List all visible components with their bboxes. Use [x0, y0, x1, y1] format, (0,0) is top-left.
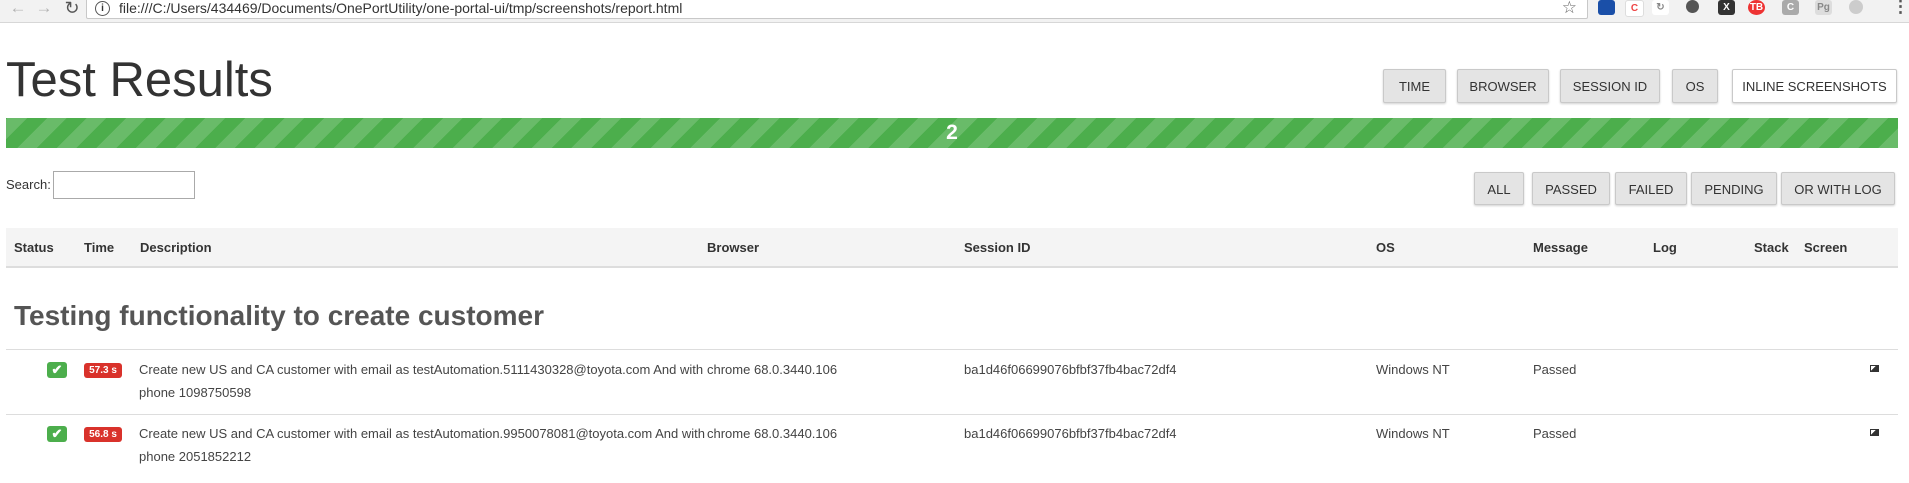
filter-failed-button[interactable]: FAILED — [1615, 172, 1687, 205]
profile-icon[interactable] — [1849, 0, 1863, 14]
test-session-id: ba1d46f06699076bfbf37fb4bac72df4 — [964, 362, 1177, 377]
test-os: Windows NT — [1376, 426, 1450, 441]
page-title: Test Results — [6, 53, 273, 107]
extension-icon[interactable]: X — [1718, 0, 1735, 15]
time-badge: 57.3 s — [84, 363, 122, 378]
extension-icon[interactable]: C — [1782, 0, 1799, 15]
menu-dots-icon[interactable]: ⋮ — [1892, 0, 1909, 17]
table-row: ✔ 57.3 s Create new US and CA customer w… — [6, 350, 1898, 412]
test-message: Passed — [1533, 362, 1577, 377]
column-header-message[interactable]: Message — [1533, 228, 1588, 268]
extension-icon[interactable]: TB — [1748, 0, 1765, 15]
passed-check-icon: ✔ — [47, 426, 67, 442]
forward-arrow-icon[interactable]: → — [34, 0, 54, 18]
table-header: Status Time Description Browser Session … — [6, 228, 1898, 268]
filter-or-with-log-button[interactable]: OR WITH LOG — [1781, 172, 1895, 205]
address-text: file:///C:/Users/434469/Documents/OnePor… — [119, 0, 683, 16]
passed-check-icon: ✔ — [47, 362, 67, 378]
extension-icon[interactable]: C — [1625, 0, 1644, 17]
address-bar[interactable]: i file:///C:/Users/434469/Documents/OneP… — [86, 0, 1588, 19]
column-header-session-id[interactable]: Session ID — [964, 228, 1030, 268]
test-description: Create new US and CA customer with email… — [139, 426, 706, 464]
search-label: Search: — [6, 177, 51, 192]
column-header-stack[interactable]: Stack — [1754, 228, 1789, 268]
column-header-description[interactable]: Description — [140, 228, 212, 268]
column-header-os[interactable]: OS — [1376, 228, 1395, 268]
extension-icon[interactable] — [1598, 0, 1615, 15]
bookmark-star-icon[interactable]: ☆ — [1562, 0, 1577, 23]
browser-toolbar: ← → ↻ i file:///C:/Users/434469/Document… — [0, 0, 1909, 23]
filter-passed-button[interactable]: PASSED — [1532, 172, 1610, 205]
test-description: Create new US and CA customer with email… — [139, 362, 704, 400]
table-row: ✔ 56.8 s Create new US and CA customer w… — [6, 415, 1898, 477]
test-os: Windows NT — [1376, 362, 1450, 377]
back-arrow-icon[interactable]: ← — [8, 0, 28, 18]
filter-all-button[interactable]: ALL — [1474, 172, 1524, 205]
results-progress-bar: 2 — [6, 118, 1898, 148]
time-badge: 56.8 s — [84, 427, 122, 442]
image-icon[interactable] — [1870, 365, 1879, 372]
image-icon[interactable] — [1870, 429, 1879, 436]
test-browser: chrome 68.0.3440.106 — [707, 426, 838, 441]
inline-screenshots-button[interactable]: INLINE SCREENSHOTS — [1732, 69, 1897, 103]
extension-icon[interactable]: ↻ — [1652, 0, 1669, 15]
toggle-time-button[interactable]: TIME — [1383, 69, 1446, 103]
test-message: Passed — [1533, 426, 1577, 441]
test-group-title: Testing functionality to create customer — [14, 300, 545, 331]
toggle-session-id-button[interactable]: SESSION ID — [1560, 69, 1660, 103]
column-header-browser[interactable]: Browser — [707, 228, 759, 268]
test-session-id: ba1d46f06699076bfbf37fb4bac72df4 — [964, 426, 1177, 441]
column-header-time[interactable]: Time — [84, 228, 114, 268]
filter-pending-button[interactable]: PENDING — [1691, 172, 1777, 205]
column-header-status[interactable]: Status — [14, 228, 54, 268]
extension-icon[interactable] — [1686, 0, 1699, 13]
toggle-os-button[interactable]: OS — [1672, 69, 1718, 103]
column-header-screen[interactable]: Screen — [1804, 228, 1847, 268]
info-icon[interactable]: i — [95, 1, 110, 16]
search-input[interactable] — [53, 171, 195, 199]
extension-icon[interactable]: Pg — [1815, 0, 1832, 15]
reload-icon[interactable]: ↻ — [62, 0, 82, 18]
column-header-log[interactable]: Log — [1653, 228, 1677, 268]
toggle-browser-button[interactable]: BROWSER — [1457, 69, 1549, 103]
test-browser: chrome 68.0.3440.106 — [707, 362, 838, 377]
